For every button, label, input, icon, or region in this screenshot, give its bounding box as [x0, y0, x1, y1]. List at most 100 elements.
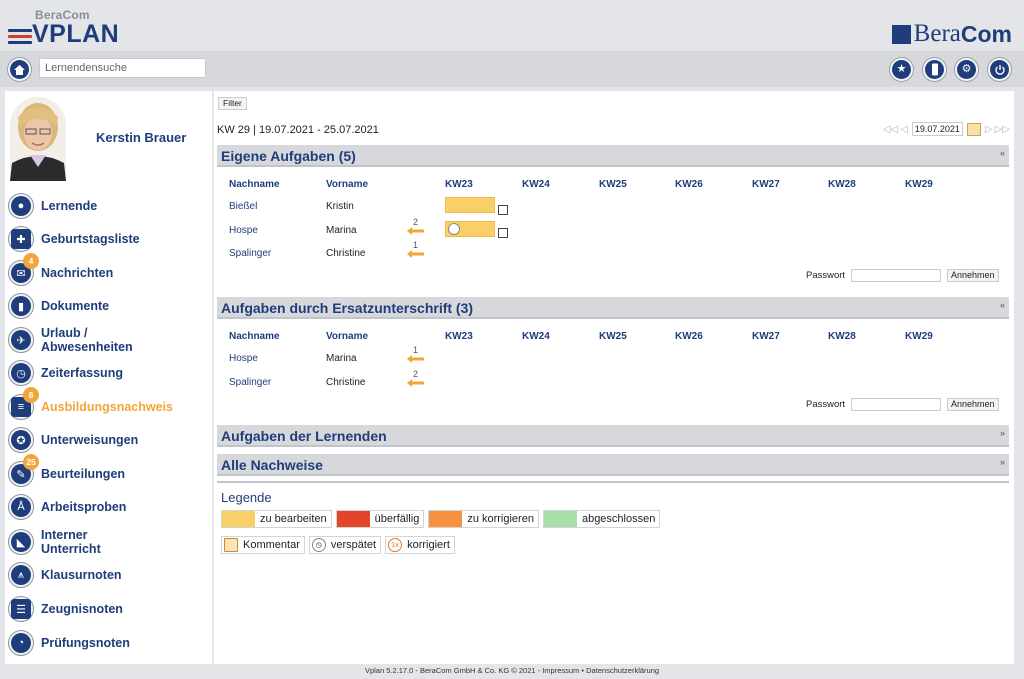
vplan-logo: BeraCom VPLAN [8, 8, 128, 48]
row-lastname[interactable]: Hospe [229, 225, 258, 236]
accept-button[interactable]: Annehmen [947, 398, 999, 411]
sidebar-item-arbeitsproben[interactable]: Å Arbeitsproben [8, 492, 208, 522]
sidebar-item-zeiterfassung[interactable]: ◷ Zeiterfassung [8, 358, 208, 388]
legend-item: zu bearbeiten [221, 510, 332, 528]
settings-button[interactable]: ⚙ [954, 57, 979, 82]
sidebar-item-klausurnoten[interactable]: ⩚ Klausurnoten [8, 560, 208, 590]
row-lastname[interactable]: Bießel [229, 201, 257, 212]
password-label: Passwort [806, 270, 846, 281]
section-ersatzunterschrift[interactable]: Aufgaben durch Ersatzunterschrift (3) « [217, 297, 1009, 319]
legend-item: 1x korrigiert [385, 536, 455, 554]
home-button[interactable] [7, 57, 32, 82]
password-input[interactable] [851, 398, 941, 411]
collapse-icon[interactable]: « [1000, 148, 1005, 158]
col-kw29: KW29 [905, 331, 933, 342]
section-title: Eigene Aufgaben (5) [221, 148, 356, 164]
accept-button[interactable]: Annehmen [947, 269, 999, 282]
section-alle-nachweise[interactable]: Alle Nachweise » [217, 454, 1009, 476]
phone-icon [925, 60, 944, 79]
task-checkbox[interactable] [498, 205, 508, 215]
section-aufgaben-der-lernenden[interactable]: Aufgaben der Lernenden » [217, 425, 1009, 447]
first-week-icon[interactable]: ◁◁ [883, 124, 898, 135]
section-eigene-aufgaben[interactable]: Eigene Aufgaben (5) « [217, 145, 1009, 167]
brand-part2: Com [960, 20, 1012, 47]
legend-title: Legende [221, 490, 272, 505]
col-vorname: Vorname [326, 179, 369, 190]
filter-button[interactable]: Filter [218, 97, 247, 110]
col-nachname: Nachname [229, 331, 280, 342]
row-lastname[interactable]: Spalinger [229, 248, 271, 259]
person-icon: ● [8, 193, 34, 219]
sidebar-item-dokumente[interactable]: ▮ Dokumente [8, 291, 208, 321]
col-kw27: KW27 [752, 179, 780, 190]
legend-item: überfällig [335, 510, 425, 528]
row-lastname[interactable]: Spalinger [229, 377, 271, 388]
sidebar-item-label: Lernende [41, 199, 98, 213]
row-lastname[interactable]: Hospe [229, 353, 258, 364]
corrected-icon: 1x [388, 538, 403, 552]
legend-item: abgeschlossen [542, 510, 661, 528]
main-content: Filter KW 29 | 19.07.2021 - 25.07.2021 ◁… [214, 91, 1014, 664]
legend-label: korrigiert [407, 539, 450, 551]
sidebar-item-interner-unterricht[interactable]: ◣ Interner Unterricht [8, 527, 208, 557]
row-firstname: Christine [326, 248, 366, 259]
sidebar-item-nachrichten[interactable]: ✉ 4 Nachrichten [8, 253, 208, 288]
last-week-icon[interactable]: ▷▷ [995, 124, 1010, 135]
logo-product: VPLAN [32, 20, 120, 48]
logout-button[interactable] [987, 57, 1012, 82]
plane-icon: ✈ [8, 327, 34, 353]
col-kw26: KW26 [675, 179, 703, 190]
section-title: Aufgaben durch Ersatzunterschrift (3) [221, 300, 474, 316]
sidebar-item-label: Klausurnoten [41, 568, 122, 582]
sidebar-item-pruefungsnoten[interactable]: ◔ Prüfungsnoten [8, 628, 208, 658]
device-button[interactable] [922, 57, 947, 82]
col-kw25: KW25 [599, 179, 627, 190]
password-label: Passwort [806, 399, 846, 410]
next-week-icon[interactable]: ▷ [985, 124, 993, 135]
legend-icons: Kommentar ◷ verspätet 1x korrigiert [221, 536, 455, 554]
sidebar-item-lernende[interactable]: ● Lernende [8, 191, 208, 221]
col-kw23: KW23 [445, 331, 473, 342]
sidebar-item-zeugnisnoten[interactable]: ☰ Zeugnisnoten [8, 594, 208, 624]
collapse-icon[interactable]: « [1000, 300, 1005, 310]
favorites-button[interactable]: ★ [889, 57, 914, 82]
envelope-icon: ✉ 4 [8, 253, 39, 286]
gift-icon: ✚ [8, 226, 34, 252]
section-title: Aufgaben der Lernenden [221, 428, 387, 444]
expand-icon[interactable]: » [1000, 457, 1005, 467]
task-cell-to-edit[interactable] [445, 197, 495, 213]
legend-label: zu korrigieren [467, 513, 534, 525]
pie-icon: ◔ [8, 630, 34, 656]
footer: Vplan 5.2.17.0 - BeraCom GmbH & Co. KG ©… [364, 666, 660, 675]
logo-lines-icon [8, 29, 34, 47]
task-cell-late[interactable] [445, 221, 495, 237]
row-firstname: Marina [326, 225, 357, 236]
sidebar-item-label: Interner Unterricht [41, 528, 101, 556]
task-checkbox[interactable] [498, 228, 508, 238]
avatar [10, 97, 66, 181]
sidebar-item-label: Geburtstagsliste [41, 232, 140, 246]
home-icon [10, 60, 29, 79]
legend-swatch [222, 511, 255, 527]
sidebar-item-unterweisungen[interactable]: ✪ Unterweisungen [8, 425, 208, 455]
date-navigation: ◁◁ ◁ 19.07.2021 ▷ ▷▷ [883, 122, 1010, 136]
sidebar-item-ausbildungsnachweis[interactable]: ≡ 8 Ausbildungsnachweis [8, 387, 208, 422]
col-kw28: KW28 [828, 331, 856, 342]
expand-icon[interactable]: » [1000, 428, 1005, 438]
sidebar-item-label: Dokumente [41, 299, 110, 313]
sidebar-item-urlaub[interactable]: ✈ Urlaub / Abwesenheiten [8, 325, 208, 355]
sidebar-item-label: Unterweisungen [41, 433, 139, 447]
divider [217, 481, 1009, 483]
sidebar-item-geburtstagsliste[interactable]: ✚ Geburtstagsliste [8, 224, 208, 254]
beracom-square-icon [891, 24, 911, 44]
date-field[interactable]: 19.07.2021 [911, 122, 963, 136]
search-input[interactable] [39, 58, 206, 78]
password-input[interactable] [851, 269, 941, 282]
prev-week-icon[interactable]: ◁ [900, 124, 908, 135]
sidebar-item-beurteilungen[interactable]: ✎ 25 Beurteilungen [8, 454, 208, 489]
legend-label: verspätet [330, 539, 377, 551]
calendar-icon[interactable] [966, 122, 981, 136]
legend-label: Kommentar [243, 539, 300, 551]
col-kw24: KW24 [522, 179, 550, 190]
sidebar-item-label: Zeiterfassung [41, 366, 123, 380]
